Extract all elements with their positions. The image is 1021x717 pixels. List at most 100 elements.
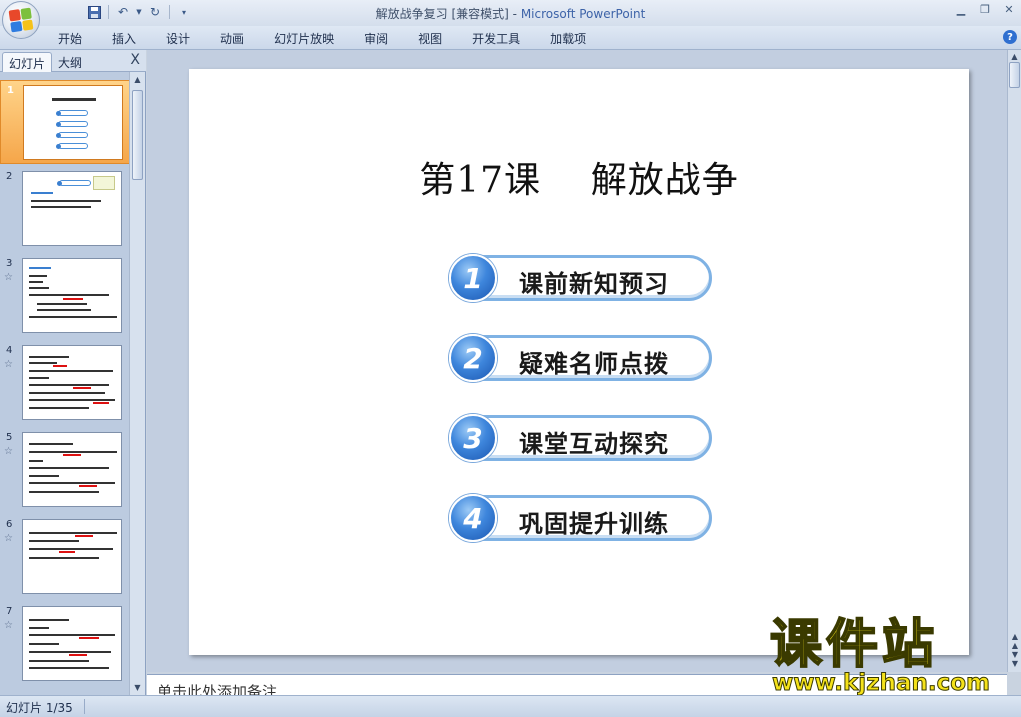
animation-star-icon: ☆ <box>4 359 13 370</box>
thumb-text-line <box>29 475 59 477</box>
thumb-text-line <box>63 298 83 300</box>
animation-star-icon: ☆ <box>4 272 13 283</box>
thumb-text-line <box>69 654 87 656</box>
scroll-up-icon[interactable]: ▲ <box>1009 51 1020 62</box>
title-bar: ↶ ▼ ↻ ▾ 解放战争复习 [兼容模式] - Microsoft PowerP… <box>0 0 1021 39</box>
menu-label: 课堂互动探究 <box>519 430 669 458</box>
thumb-text-line <box>37 309 91 311</box>
slide-number: 2 <box>6 171 13 182</box>
thumb-text-line <box>93 402 109 404</box>
slide-thumbnail[interactable]: 7 ☆ <box>0 602 130 686</box>
thumbnail-list: 1 2 3 ☆ 4 ☆ 5 ☆ 6 ☆ 7 ☆ <box>0 72 130 695</box>
thumb-text-line <box>29 294 109 296</box>
thumbnail-preview <box>22 519 122 594</box>
menu-label: 巩固提升训练 <box>519 510 669 538</box>
slide-thumbnail[interactable]: 2 <box>0 167 130 251</box>
office-logo-icon <box>8 7 34 33</box>
thumb-text-line <box>29 370 113 372</box>
tab-developer[interactable]: 开发工具 <box>472 29 520 48</box>
thumb-text-line <box>29 540 79 542</box>
document-title: 解放战争复习 [兼容模式] - <box>375 7 521 21</box>
watermark-logo: 课件站 www.kjzhan.com <box>764 614 1009 697</box>
menu-label: 疑难名师点拨 <box>519 350 669 378</box>
close-icon[interactable]: X <box>130 52 140 68</box>
thumb-text-line <box>29 532 117 534</box>
slides-panel: 幻灯片 大纲 X 1 2 3 ☆ 4 ☆ 5 ☆ 6 ☆ 7 ☆ ▲ ▼ <box>0 50 146 695</box>
menu-button-practice[interactable]: 4 巩固提升训练 <box>449 494 712 542</box>
tab-addins[interactable]: 加载项 <box>550 29 586 48</box>
menu-button-interaction[interactable]: 3 课堂互动探究 <box>449 414 712 462</box>
thumb-text-line <box>29 482 115 484</box>
thumb-text-line <box>29 275 47 277</box>
ribbon-tabs: 开始 插入 设计 动画 幻灯片放映 审阅 视图 开发工具 加载项 <box>58 29 616 48</box>
thumbnail-preview <box>22 606 122 681</box>
thumb-text-line <box>29 643 59 645</box>
minimize-icon[interactable]: ▁ <box>949 0 973 18</box>
slide-thumbnail[interactable]: 4 ☆ <box>0 341 130 425</box>
number-badge: 2 <box>449 334 497 382</box>
tab-slides[interactable]: 幻灯片 <box>2 52 53 72</box>
thumb-menu-button <box>56 110 88 116</box>
office-button[interactable] <box>2 1 40 39</box>
thumb-text-line <box>29 287 49 289</box>
menu-button-preview[interactable]: 1 课前新知预习 <box>449 254 712 302</box>
canvas-scrollbar[interactable]: ▲ ▲ ▲ ▼ ▼ <box>1007 50 1021 672</box>
scroll-up-icon[interactable]: ▲ <box>132 74 143 85</box>
tab-home[interactable]: 开始 <box>58 29 82 48</box>
thumb-text-line <box>29 651 111 653</box>
slide-number: 7 <box>6 606 13 617</box>
thumbnail-preview <box>23 85 123 160</box>
animation-star-icon: ☆ <box>4 446 13 457</box>
panel-scrollbar[interactable]: ▲ ▼ <box>129 72 145 695</box>
close-icon[interactable]: ✕ <box>997 0 1021 18</box>
thumb-text-line <box>29 491 99 493</box>
thumbnail-preview <box>22 171 122 246</box>
slide-thumbnail[interactable]: 6 ☆ <box>0 515 130 599</box>
thumb-text-line <box>53 365 67 367</box>
tab-design[interactable]: 设计 <box>166 29 190 48</box>
menu-button-difficulty[interactable]: 2 疑难名师点拨 <box>449 334 712 382</box>
slide-number: 3 <box>6 258 13 269</box>
window-controls: ▁ ❐ ✕ <box>949 0 1021 18</box>
slide-number: 5 <box>6 432 13 443</box>
tab-animations[interactable]: 动画 <box>220 29 244 48</box>
thumb-menu-button <box>56 121 88 127</box>
thumb-text-line <box>29 467 109 469</box>
app-name: Microsoft PowerPoint <box>520 7 646 21</box>
scroll-down-icon[interactable]: ▼ <box>132 682 143 693</box>
thumb-text-line <box>29 316 117 318</box>
thumb-text-line <box>79 637 99 639</box>
watermark-url: www.kjzhan.com <box>772 670 991 697</box>
tab-view[interactable]: 视图 <box>418 29 442 48</box>
help-icon[interactable]: ? <box>1003 30 1017 44</box>
tab-review[interactable]: 审阅 <box>364 29 388 48</box>
slide-thumbnail[interactable]: 1 <box>0 80 130 164</box>
thumb-text-line <box>29 392 105 394</box>
notes-placeholder[interactable]: 单击此处添加备注 <box>157 681 277 695</box>
panel-tabs: 幻灯片 大纲 X <box>0 50 146 72</box>
tab-insert[interactable]: 插入 <box>112 29 136 48</box>
slide-nav-icon[interactable]: ▲ ▲ ▼ ▼ <box>1009 632 1021 668</box>
animation-star-icon: ☆ <box>4 533 13 544</box>
slide-title[interactable]: 第17课 解放战争 <box>189 151 969 203</box>
thumb-image <box>93 176 115 190</box>
number-badge: 3 <box>449 414 497 462</box>
slide-thumbnail[interactable]: 5 ☆ <box>0 428 130 512</box>
thumb-text-line <box>31 200 101 202</box>
scroll-thumb[interactable] <box>1009 62 1020 88</box>
restore-icon[interactable]: ❐ <box>973 0 997 18</box>
thumb-text-line <box>29 619 69 621</box>
slide-number: 1 <box>7 85 14 96</box>
slide-editor[interactable]: 第17课 解放战争 1 课前新知预习 2 疑难名师点拨 3 课堂互动探究 4 巩… <box>189 69 969 655</box>
thumb-text-line <box>29 281 43 283</box>
thumb-menu-button <box>56 143 88 149</box>
thumb-text-line <box>29 443 73 445</box>
tab-outline[interactable]: 大纲 <box>52 52 88 72</box>
slide-thumbnail[interactable]: 3 ☆ <box>0 254 130 338</box>
thumb-text-line <box>29 399 115 401</box>
thumb-text-line <box>29 451 117 453</box>
watermark-title: 课件站 <box>769 614 939 676</box>
thumb-text-line <box>31 192 53 194</box>
scroll-thumb[interactable] <box>132 90 143 180</box>
tab-slideshow[interactable]: 幻灯片放映 <box>274 29 334 48</box>
